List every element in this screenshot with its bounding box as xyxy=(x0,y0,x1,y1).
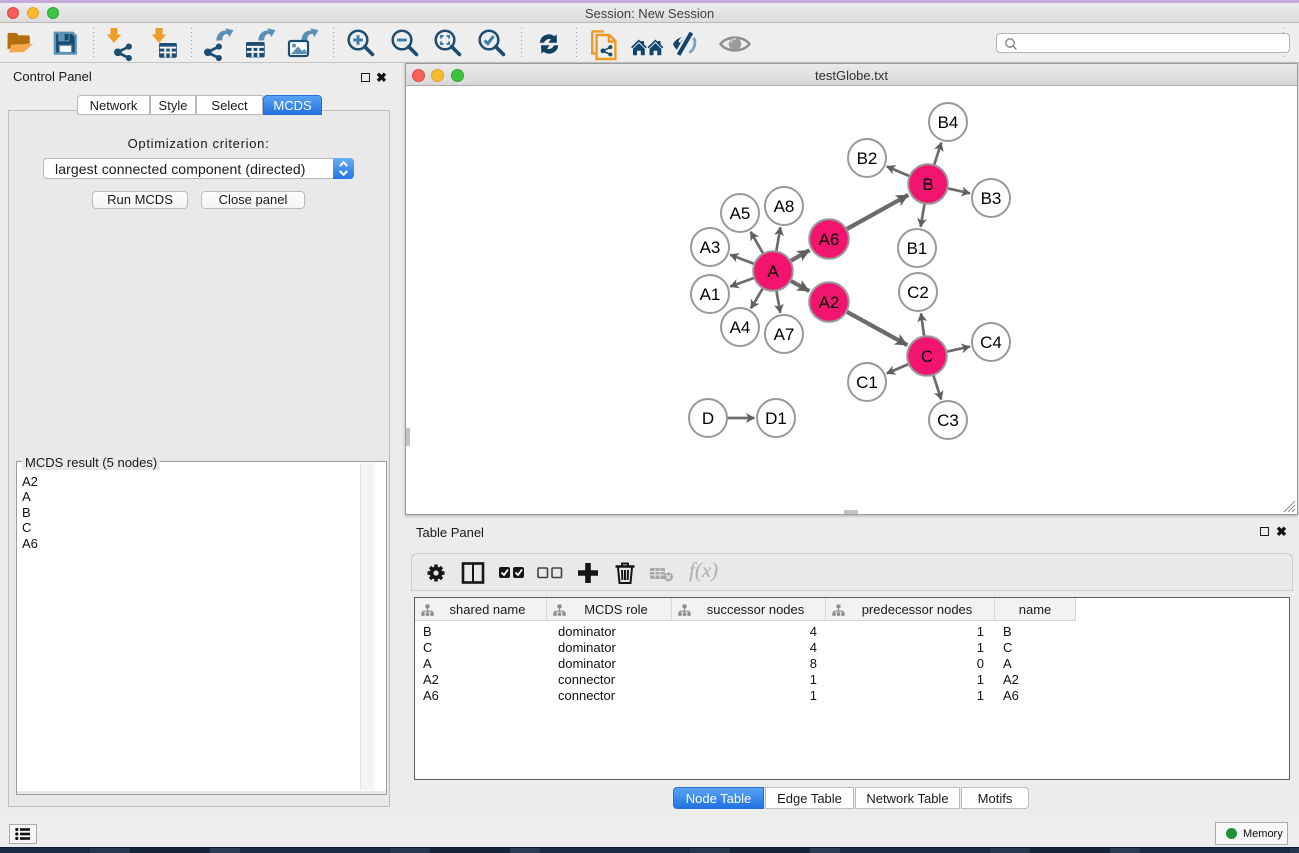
svg-text:A6: A6 xyxy=(819,230,840,249)
svg-text:A4: A4 xyxy=(730,318,751,337)
svg-text:D1: D1 xyxy=(765,409,787,428)
svg-text:A5: A5 xyxy=(730,204,751,223)
svg-text:A7: A7 xyxy=(774,325,795,344)
svg-text:A1: A1 xyxy=(700,285,721,304)
svg-text:A2: A2 xyxy=(819,293,840,312)
svg-text:A3: A3 xyxy=(700,238,721,257)
svg-text:D: D xyxy=(702,409,714,428)
svg-text:C3: C3 xyxy=(937,411,959,430)
svg-text:C: C xyxy=(921,347,933,366)
svg-text:A: A xyxy=(767,262,779,281)
svg-text:B: B xyxy=(922,175,933,194)
svg-text:B4: B4 xyxy=(938,113,959,132)
svg-text:C1: C1 xyxy=(856,373,878,392)
svg-text:B3: B3 xyxy=(981,189,1002,208)
svg-text:A8: A8 xyxy=(774,197,795,216)
svg-text:B2: B2 xyxy=(857,149,878,168)
svg-text:C4: C4 xyxy=(980,333,1002,352)
svg-text:B1: B1 xyxy=(907,239,928,258)
svg-text:C2: C2 xyxy=(907,283,929,302)
